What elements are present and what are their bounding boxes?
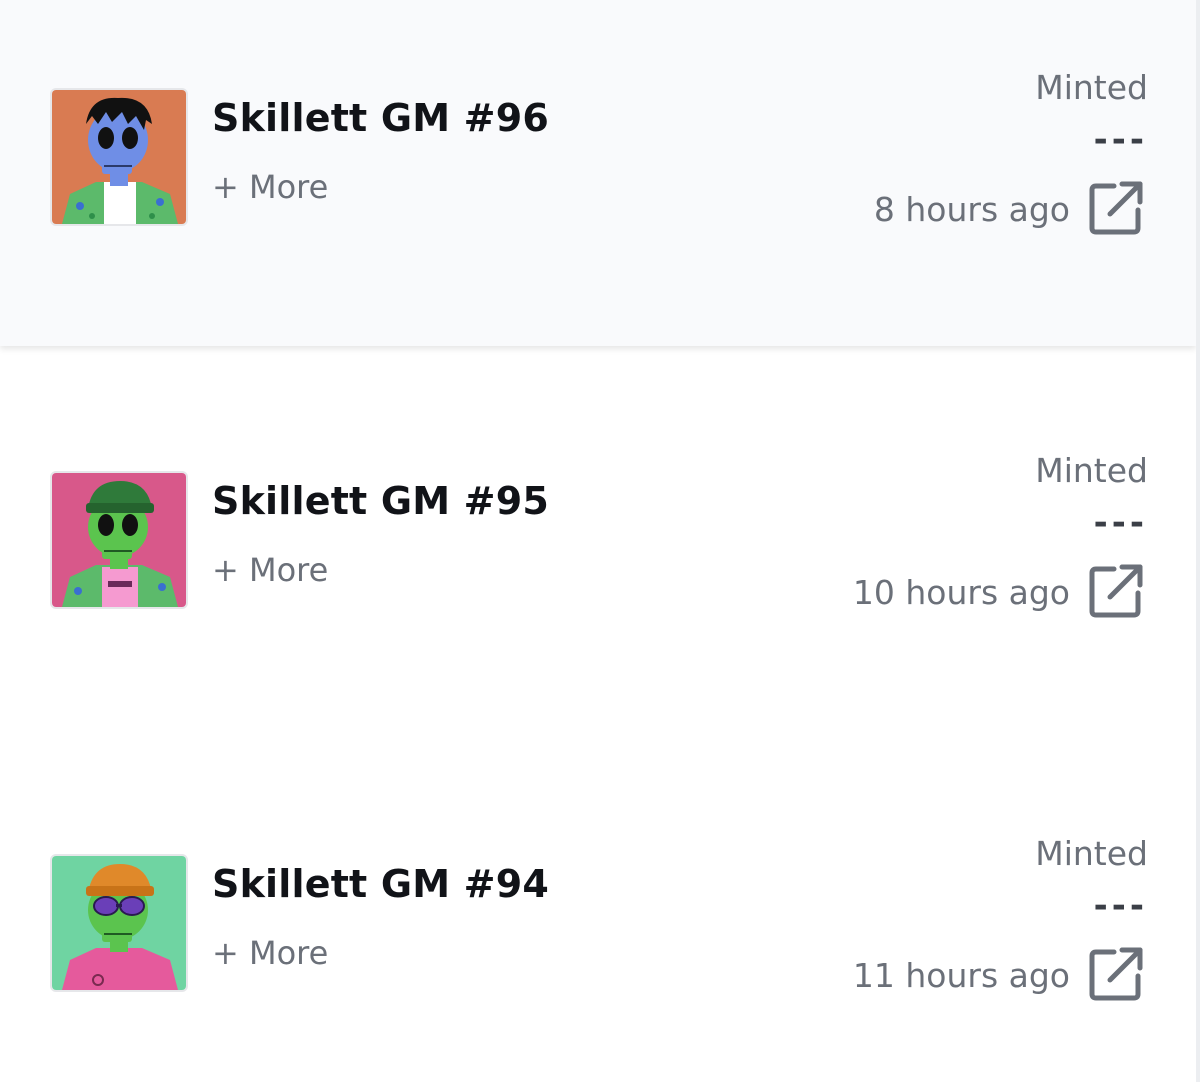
item-title[interactable]: Skillett GM #96 (212, 96, 549, 140)
timestamp: 11 hours ago (852, 956, 1070, 995)
more-link[interactable]: + More (212, 168, 328, 206)
price-value: --- (1093, 503, 1148, 543)
price-value: --- (1093, 886, 1148, 926)
external-link-icon[interactable] (1088, 946, 1144, 1002)
external-link-icon[interactable] (1088, 563, 1144, 619)
event-type: Minted (1035, 68, 1148, 107)
item-title[interactable]: Skillett GM #95 (212, 479, 549, 523)
event-type: Minted (1035, 451, 1148, 490)
event-type: Minted (1035, 834, 1148, 873)
activity-row[interactable]: Skillett GM #95 + More Minted --- 10 hou… (0, 383, 1196, 729)
activity-row[interactable]: Skillett GM #96 + More Minted --- 8 hour… (0, 0, 1196, 346)
external-link-icon[interactable] (1088, 180, 1144, 236)
nft-thumbnail[interactable] (50, 471, 188, 609)
timestamp: 8 hours ago (873, 190, 1070, 229)
more-link[interactable]: + More (212, 551, 328, 589)
nft-thumbnail[interactable] (50, 854, 188, 992)
activity-row[interactable]: Skillett GM #94 + More Minted --- 11 hou… (0, 766, 1196, 1082)
scrollbar-track[interactable] (1196, 0, 1200, 1082)
nft-avatar-image (52, 473, 186, 607)
nft-avatar-image (52, 90, 186, 224)
activity-list: Skillett GM #96 + More Minted --- 8 hour… (0, 0, 1200, 1082)
nft-thumbnail[interactable] (50, 88, 188, 226)
timestamp: 10 hours ago (852, 573, 1070, 612)
price-value: --- (1093, 120, 1148, 160)
more-link[interactable]: + More (212, 934, 328, 972)
nft-avatar-image (52, 856, 186, 990)
item-title[interactable]: Skillett GM #94 (212, 862, 549, 906)
